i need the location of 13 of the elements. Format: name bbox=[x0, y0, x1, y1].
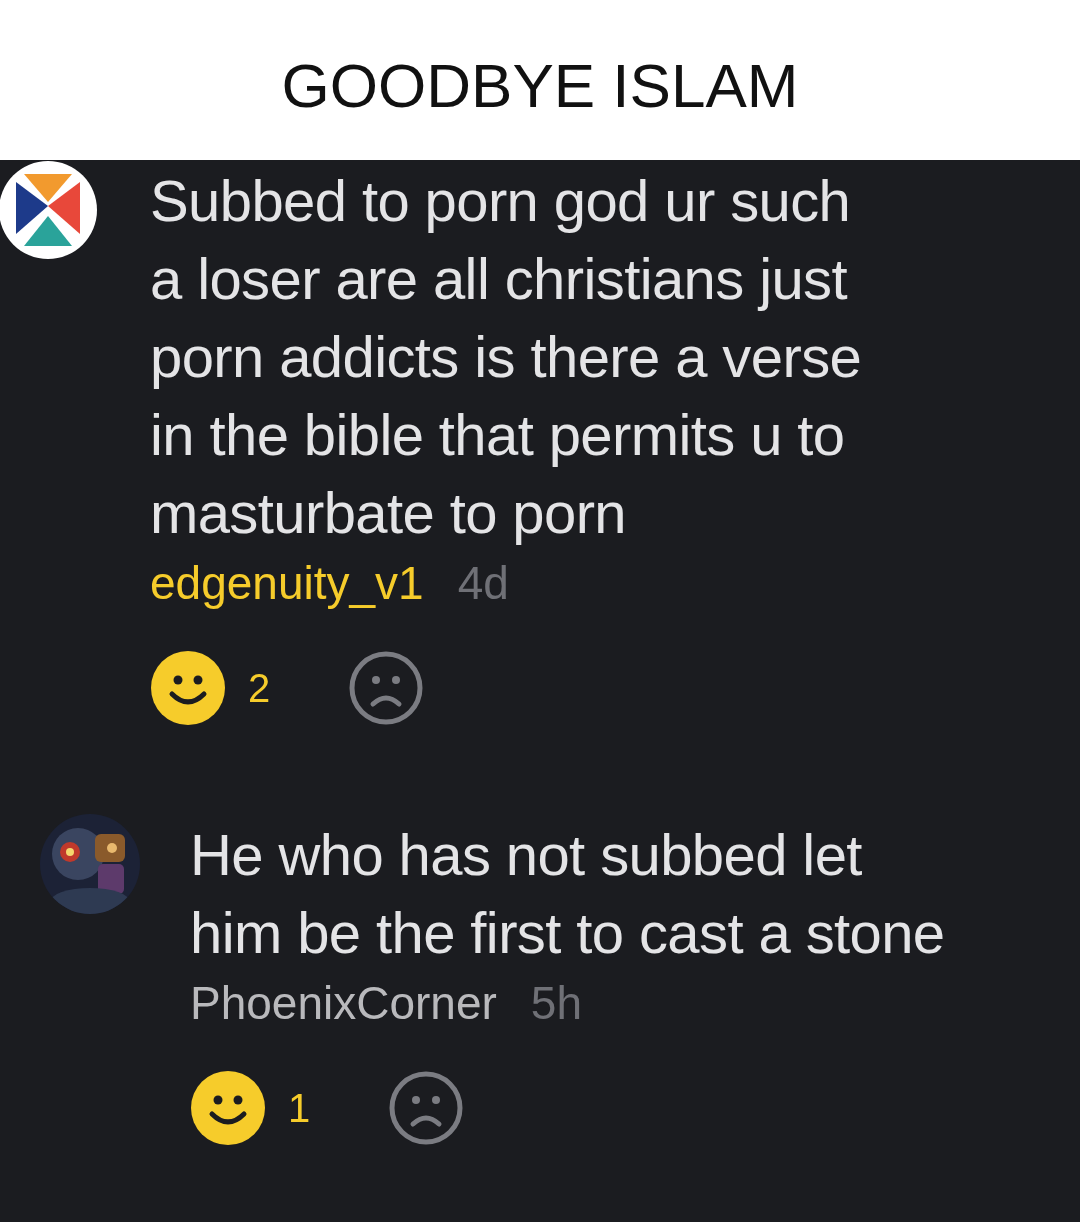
comment-text: He who has not subbed let him be the first to cast a stone bbox=[190, 821, 945, 967]
username[interactable]: edgenuity_v1 bbox=[150, 556, 424, 610]
username[interactable]: PhoenixCorner bbox=[190, 976, 497, 1030]
sad-face-icon[interactable] bbox=[388, 1070, 464, 1146]
timestamp: 5h bbox=[530, 976, 582, 1030]
timestamp: 4d bbox=[457, 556, 509, 610]
page-title: GOODBYE ISLAM bbox=[281, 49, 799, 121]
comment-text: Subbed to porn god ur such a loser are all christians just porn addicts is there a verse in the bible that permits u to masturbate to porn bbox=[150, 167, 862, 547]
sad-face-icon[interactable] bbox=[348, 650, 424, 726]
like-count: 1 bbox=[288, 1085, 312, 1131]
like-count: 2 bbox=[248, 665, 272, 711]
smiley-icon[interactable] bbox=[150, 650, 226, 726]
smiley-icon[interactable] bbox=[190, 1070, 266, 1146]
